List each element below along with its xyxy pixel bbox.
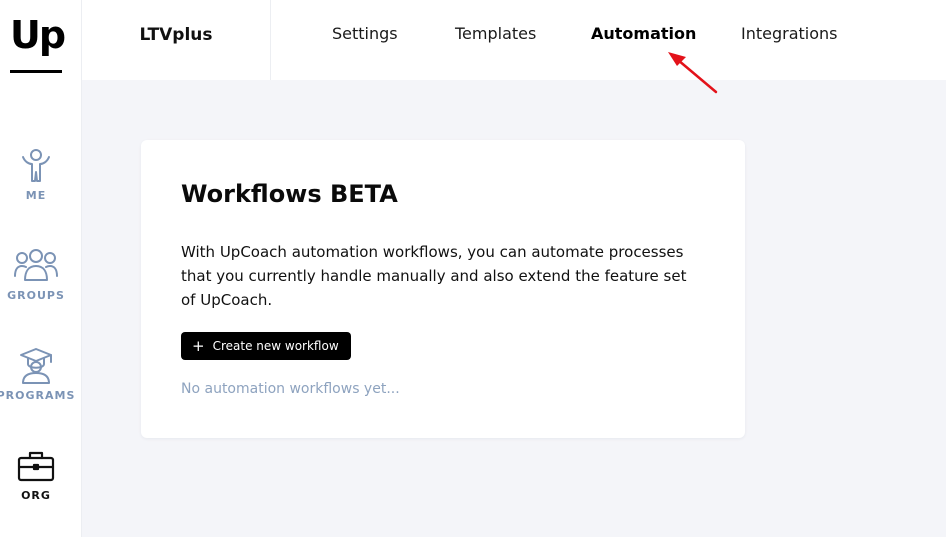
tab-settings[interactable]: Settings — [332, 24, 398, 43]
logo[interactable]: Up — [10, 8, 66, 74]
group-icon — [13, 246, 59, 286]
plus-icon: + — [192, 336, 205, 355]
person-icon — [13, 146, 59, 186]
sidebar-item-groups[interactable]: GROUPS — [0, 246, 72, 318]
sidebar-item-org[interactable]: ORG — [0, 446, 72, 518]
sidebar-item-me[interactable]: ME — [0, 146, 72, 218]
sidebar-item-programs[interactable]: PROGRAMS — [0, 346, 76, 418]
top-bar: LTVplus Settings Templates Automation In… — [82, 0, 946, 80]
sidebar: Up ME GROUPS PROGRAMS ORG — [0, 0, 82, 537]
sidebar-item-label: GROUPS — [7, 289, 65, 302]
org-name: LTVplus — [82, 0, 271, 80]
tab-automation[interactable]: Automation — [591, 24, 696, 43]
logo-underline — [10, 70, 62, 73]
workflows-card: Workflows BETA With UpCoach automation w… — [141, 140, 745, 438]
empty-state-message: No automation workflows yet... — [181, 381, 400, 397]
tab-templates[interactable]: Templates — [455, 24, 536, 43]
graduation-cap-icon — [13, 346, 59, 386]
sidebar-item-label: ORG — [21, 489, 51, 502]
tab-integrations[interactable]: Integrations — [741, 24, 838, 43]
briefcase-icon — [13, 446, 59, 486]
create-workflow-label: Create new workflow — [212, 339, 339, 353]
logo-text: Up — [10, 13, 66, 57]
sidebar-item-label: ME — [25, 189, 47, 202]
sidebar-item-label: PROGRAMS — [0, 389, 76, 402]
create-workflow-button[interactable]: + Create new workflow — [181, 332, 351, 360]
page-title: Workflows BETA — [181, 180, 398, 208]
app-root: Up ME GROUPS PROGRAMS ORG LTVplus Settin… — [0, 0, 946, 537]
workflows-description: With UpCoach automation workflows, you c… — [181, 243, 687, 309]
